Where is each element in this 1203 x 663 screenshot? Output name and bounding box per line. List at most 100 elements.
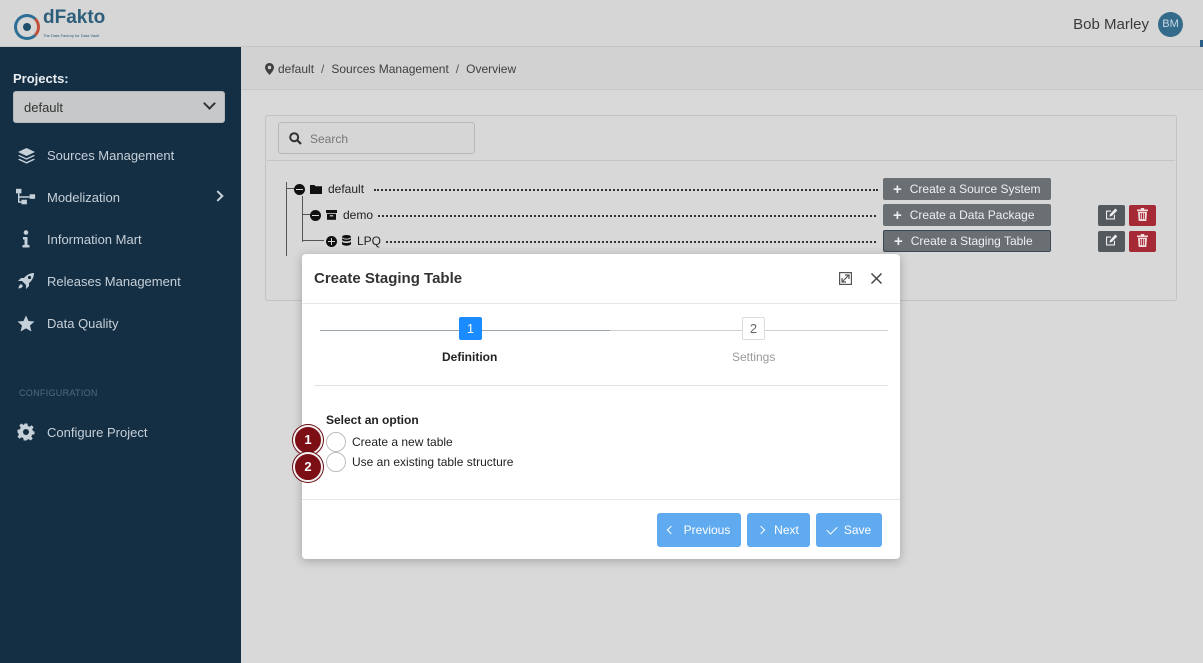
logo-tagline: The Data Factory for Data Vault <box>43 33 100 38</box>
user-name[interactable]: Bob Marley <box>1073 16 1149 33</box>
info-icon <box>16 229 36 249</box>
sitemap-icon <box>16 187 36 207</box>
delete-data-package-button[interactable] <box>1129 205 1156 226</box>
stepper-divider <box>314 385 888 386</box>
star-icon <box>16 313 36 333</box>
option-title: Select an option <box>326 413 419 427</box>
tree-node-label: demo <box>343 208 374 222</box>
breadcrumb-item-section[interactable]: Sources Management <box>331 62 448 76</box>
edit-icon <box>1105 208 1118 223</box>
option-create-new-table[interactable]: Create a new table <box>326 432 453 452</box>
save-button[interactable]: Save <box>816 513 882 547</box>
archive-icon <box>326 208 337 223</box>
layers-icon <box>16 145 36 165</box>
expand-icon[interactable] <box>326 235 337 247</box>
tree-dotted-leader <box>378 215 876 217</box>
tree-node-source-system[interactable]: default <box>294 178 364 200</box>
create-staging-table-button[interactable]: + Create a Staging Table <box>883 230 1051 252</box>
create-staging-table-modal: Create Staging Table 1 2 Definition Sett… <box>302 254 900 559</box>
sidebar-item-data-quality[interactable]: Data Quality <box>0 308 241 338</box>
trash-icon <box>1137 233 1148 250</box>
tree-connector <box>302 214 310 215</box>
tree-node-staging[interactable]: LPQ <box>326 230 381 252</box>
tree-connector <box>286 182 287 256</box>
search-placeholder: Search <box>310 132 349 146</box>
tree-connector <box>286 188 294 189</box>
plus-icon: + <box>893 206 902 224</box>
breadcrumb-item-page: Overview <box>466 62 517 76</box>
tree-node-label: default <box>328 182 365 196</box>
edit-icon <box>1105 234 1118 249</box>
logo-text: dFakto <box>43 7 106 28</box>
step-1-number[interactable]: 1 <box>459 317 482 340</box>
radio-button[interactable] <box>326 432 346 452</box>
step-2-label: Settings <box>732 350 776 364</box>
sidebar-item-label: Releases Management <box>47 273 181 289</box>
sidebar-item-label: Modelization <box>47 189 120 205</box>
map-pin-icon <box>265 63 274 75</box>
step-2-number[interactable]: 2 <box>742 317 765 340</box>
button-label: Previous <box>683 523 731 537</box>
search-icon <box>289 132 302 148</box>
button-label: Create a Staging Table <box>910 234 1033 248</box>
chevron-left-icon <box>666 525 675 535</box>
sidebar-item-sources-management[interactable]: Sources Management <box>0 140 241 170</box>
project-select-value: default <box>24 100 64 115</box>
search-input[interactable]: Search <box>278 122 475 154</box>
folder-icon <box>310 182 322 197</box>
button-label: Create a Source System <box>909 182 1041 196</box>
step-1-label: Definition <box>442 350 498 364</box>
expand-icon[interactable] <box>839 272 853 286</box>
sidebar: Projects: default Sources Management Mod… <box>0 47 241 663</box>
panel-divider <box>267 160 1175 161</box>
sidebar-item-information-mart[interactable]: Information Mart <box>0 224 241 254</box>
delete-staging-button[interactable] <box>1129 231 1156 252</box>
button-label: Next <box>774 523 799 537</box>
breadcrumb-separator: / <box>321 62 325 76</box>
project-select[interactable]: default <box>13 91 225 123</box>
logo-mark-icon <box>14 14 40 40</box>
tree-node-label: LPQ <box>357 234 382 248</box>
breadcrumb-separator: / <box>455 62 460 76</box>
sidebar-item-label: Configure Project <box>47 424 148 440</box>
user-avatar[interactable]: BM <box>1158 12 1183 37</box>
collapse-icon[interactable] <box>310 209 321 221</box>
breadcrumb: default / Sources Management / Overview <box>265 62 516 76</box>
chevron-down-icon <box>203 97 216 110</box>
radio-button[interactable] <box>326 452 346 472</box>
button-label: Save <box>843 523 872 537</box>
app-logo[interactable]: dFakto The Data Factory for Data Vault <box>14 7 106 45</box>
annotation-badge-1: 1 <box>293 425 323 455</box>
tree-node-data-package[interactable]: demo <box>310 204 373 226</box>
breadcrumb-item-project[interactable]: default <box>278 62 314 76</box>
create-data-package-button[interactable]: + Create a Data Package <box>883 204 1051 226</box>
sidebar-item-label: Sources Management <box>47 147 175 163</box>
trash-icon <box>1137 207 1148 224</box>
sidebar-item-releases-management[interactable]: Releases Management <box>0 266 241 296</box>
breadcrumb-bar: default / Sources Management / Overview <box>241 47 1203 90</box>
sidebar-item-modelization[interactable]: Modelization <box>0 182 241 212</box>
check-icon <box>826 522 838 535</box>
rocket-icon <box>16 271 36 291</box>
tree-dotted-leader <box>386 241 876 243</box>
close-icon[interactable] <box>870 272 883 285</box>
create-source-system-button[interactable]: + Create a Source System <box>883 178 1051 200</box>
collapse-icon[interactable] <box>294 183 305 195</box>
next-button[interactable]: Next <box>747 513 810 547</box>
edit-staging-button[interactable] <box>1098 231 1125 252</box>
configuration-section-label: CONFIGURATION <box>19 388 98 398</box>
edit-data-package-button[interactable] <box>1098 205 1125 226</box>
option-use-existing-structure[interactable]: Use an existing table structure <box>326 452 513 472</box>
option-label: Create a new table <box>352 435 453 449</box>
annotation-badge-2: 2 <box>293 452 323 482</box>
top-bar: dFakto The Data Factory for Data Vault B… <box>0 0 1203 47</box>
previous-button[interactable]: Previous <box>657 513 741 547</box>
chevron-right-icon <box>756 525 766 535</box>
plus-icon: + <box>894 232 903 250</box>
sidebar-item-configure-project[interactable]: Configure Project <box>0 417 241 447</box>
modal-header-divider <box>302 303 900 304</box>
tree-connector <box>302 240 324 241</box>
button-label: Create a Data Package <box>909 208 1035 222</box>
plus-icon: + <box>893 180 902 198</box>
modal-footer-divider <box>302 499 900 500</box>
